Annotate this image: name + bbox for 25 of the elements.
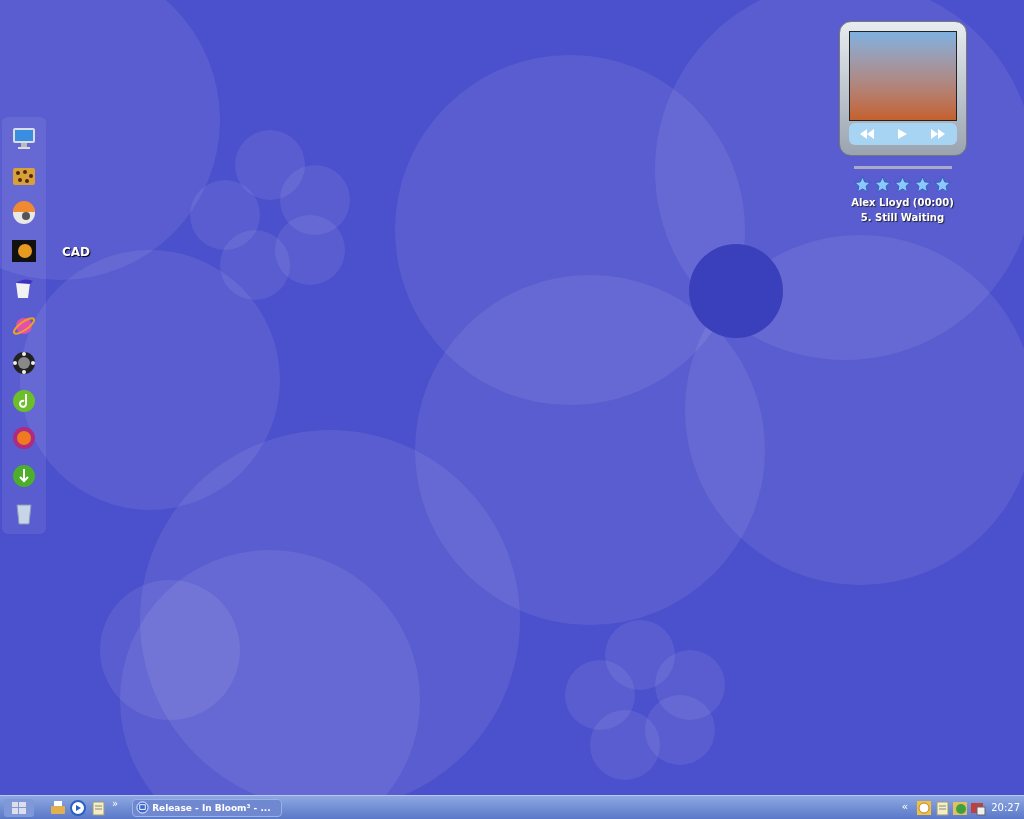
windows-logo-icon bbox=[12, 801, 26, 814]
star-icon[interactable] bbox=[874, 176, 891, 193]
star-rating[interactable] bbox=[854, 176, 951, 193]
play-circle-icon[interactable] bbox=[70, 799, 86, 816]
clock-icon[interactable] bbox=[916, 799, 933, 816]
star-icon[interactable] bbox=[894, 176, 911, 193]
star-icon[interactable] bbox=[914, 176, 931, 193]
app-circle-icon bbox=[136, 801, 150, 814]
artist-time-text: Alex Lloyd (00:00) bbox=[851, 196, 954, 210]
dock-label: CAD bbox=[62, 243, 91, 261]
film-reel-icon[interactable] bbox=[11, 350, 37, 376]
monitor-icon[interactable] bbox=[11, 125, 37, 151]
clock-text: 20:27 bbox=[991, 801, 1020, 815]
webcam-icon[interactable] bbox=[11, 200, 37, 226]
track-title-text: 5. Still Waiting bbox=[860, 211, 945, 225]
printer-icon[interactable] bbox=[50, 799, 66, 816]
star-icon[interactable] bbox=[854, 176, 871, 193]
more-chevron[interactable]: » bbox=[112, 799, 119, 809]
task-button[interactable]: Release - In Bloom³ - ... bbox=[132, 798, 282, 817]
start-button[interactable] bbox=[4, 798, 34, 817]
notepad-icon[interactable] bbox=[90, 799, 106, 816]
notepad-icon[interactable] bbox=[934, 799, 951, 816]
star-icon[interactable] bbox=[934, 176, 951, 193]
music-note-icon[interactable] bbox=[11, 387, 37, 414]
tray-toggle[interactable]: « bbox=[901, 799, 909, 816]
